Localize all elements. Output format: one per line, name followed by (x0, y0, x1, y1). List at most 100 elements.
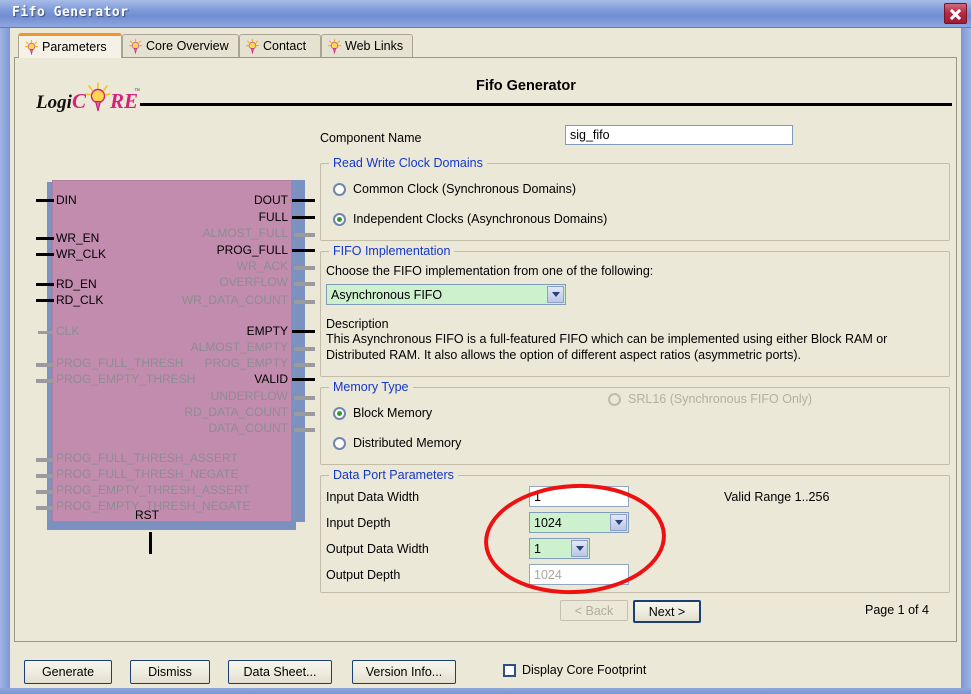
pin-label-empty: EMPTY (246, 324, 288, 338)
pin-label-dout: DOUT (254, 193, 288, 207)
generate-button[interactable]: Generate (24, 660, 112, 684)
tab-label: Contact (263, 39, 307, 53)
data-port-parameters-group: Data Port Parameters Input Data Width Va… (320, 468, 950, 593)
radio-icon[interactable] (333, 182, 346, 196)
component-name-input[interactable] (565, 125, 793, 145)
pin-stub (36, 363, 54, 367)
pin-label-peta: PROG_EMPTY_THRESH_ASSERT (56, 483, 250, 497)
page-title: Fifo Generator (476, 78, 576, 94)
output-depth-label: Output Depth (326, 568, 401, 582)
pin-stub (36, 253, 54, 256)
output-depth-input (529, 564, 629, 585)
input-data-width-input[interactable] (529, 486, 629, 507)
pin-label-prog-full: PROG_FULL (216, 243, 288, 257)
window-titlebar: Fifo Generator (0, 0, 971, 28)
fifo-implementation-prompt: Choose the FIFO implementation from one … (326, 264, 654, 278)
svg-text:Logi: Logi (36, 92, 73, 113)
pin-stub (292, 249, 315, 252)
description-line-2: Distributed RAM. It also allows the opti… (326, 348, 801, 362)
pin-label-wr-en: WR_EN (56, 231, 100, 245)
pin-stub (294, 300, 315, 304)
pin-stub-rst (149, 532, 152, 554)
pin-stub (294, 412, 315, 416)
svg-text:™: ™ (134, 88, 140, 95)
fifo-implementation-title: FIFO Implementation (329, 244, 455, 258)
radio-icon[interactable] (333, 406, 346, 420)
pin-stub (36, 490, 54, 494)
pin-stub (294, 347, 315, 351)
window-edge-left (0, 28, 10, 694)
radio-independent-clocks[interactable]: Independent Clocks (Asynchronous Domains… (333, 208, 949, 230)
pin-label-prog-full-thresh: PROG_FULL_THRESH (56, 356, 184, 370)
display-core-footprint-checkbox[interactable]: Display Core Footprint (503, 663, 646, 677)
radio-icon[interactable] (333, 212, 346, 226)
tab-label: Parameters (42, 40, 107, 54)
pin-label-din: DIN (56, 193, 77, 207)
chevron-down-icon[interactable] (547, 286, 564, 303)
radio-common-clock[interactable]: Common Clock (Synchronous Domains) (333, 178, 949, 200)
pin-label-wr-data-count: WR_DATA_COUNT (181, 293, 288, 307)
parameters-form: Component Name Read Write Clock Domains … (320, 125, 950, 593)
lightbulb-icon (246, 38, 259, 54)
pin-label-wr-clk: WR_CLK (56, 247, 107, 261)
radio-label: Independent Clocks (Asynchronous Domains… (353, 212, 608, 226)
tab-contact[interactable]: Contact (239, 34, 321, 57)
tabstrip: Parameters Core Overview Contact Web Lin… (10, 33, 961, 58)
pin-stub (294, 282, 315, 286)
pin-stub (36, 474, 54, 478)
pin-stub (292, 216, 315, 219)
pin-label-underflow: UNDERFLOW (210, 389, 288, 403)
radio-icon[interactable] (333, 436, 346, 450)
pin-label-prog-empty: PROG_EMPTY (204, 356, 288, 370)
tab-label: Web Links (345, 39, 404, 53)
pin-stub (294, 363, 315, 367)
pin-stub (294, 396, 315, 400)
radio-distributed-memory[interactable]: Distributed Memory (333, 432, 949, 454)
window-edge-right (961, 28, 971, 694)
description-line-1: This Asynchronous FIFO is a full-feature… (326, 332, 888, 346)
close-icon[interactable] (944, 3, 967, 24)
component-name-row: Component Name (320, 125, 950, 153)
lightbulb-icon (328, 38, 341, 54)
dismiss-button[interactable]: Dismiss (130, 660, 210, 684)
back-button: < Back (560, 600, 628, 621)
next-button[interactable]: Next > (633, 600, 701, 623)
input-depth-label: Input Depth (326, 516, 391, 530)
clock-domains-group: Read Write Clock Domains Common Clock (S… (320, 156, 950, 241)
pin-label-valid: VALID (254, 372, 288, 386)
pin-stub (292, 378, 315, 381)
pin-label-wr-ack: WR_ACK (236, 259, 288, 273)
version-info-button[interactable]: Version Info... (352, 660, 456, 684)
output-data-width-select[interactable]: 1 (529, 538, 590, 559)
pin-stub (36, 506, 54, 510)
lightbulb-icon (129, 38, 142, 54)
data-sheet-button[interactable]: Data Sheet... (228, 660, 332, 684)
core-symbol-diagram: DIN WR_EN WR_CLK RD_EN RD_CLK CLK PROG_F… (30, 170, 315, 570)
tab-web-links[interactable]: Web Links (321, 34, 413, 57)
pin-stub (294, 266, 315, 270)
pin-stub (36, 458, 54, 462)
checkbox-icon[interactable] (503, 663, 516, 677)
pin-stub (294, 233, 315, 237)
pin-stub (294, 428, 315, 432)
title-divider (140, 103, 952, 106)
fifo-implementation-value: Asynchronous FIFO (331, 287, 443, 302)
radio-label: Block Memory (353, 406, 433, 420)
radio-icon (608, 392, 621, 406)
pin-label-overflow: OVERFLOW (219, 275, 288, 289)
chevron-down-icon[interactable] (571, 540, 588, 557)
pin-label-clk: CLK (56, 324, 80, 338)
tab-parameters[interactable]: Parameters (18, 33, 122, 58)
fifo-implementation-select[interactable]: Asynchronous FIFO (326, 284, 566, 305)
bottom-toolbar: Generate Dismiss Data Sheet... Version I… (0, 650, 971, 694)
input-depth-value: 1024 (534, 515, 562, 530)
tab-core-overview[interactable]: Core Overview (122, 34, 239, 57)
pin-label-data-count: DATA_COUNT (208, 421, 288, 435)
component-name-label: Component Name (320, 131, 422, 145)
pin-label-pftn: PROG_FULL_THRESH_NEGATE (56, 467, 239, 481)
input-depth-select[interactable]: 1024 (529, 512, 629, 533)
description-label: Description (326, 317, 389, 331)
radio-srl16: SRL16 (Synchronous FIFO Only) (608, 388, 812, 410)
output-data-width-label: Output Data Width (326, 542, 429, 556)
chevron-down-icon[interactable] (610, 514, 627, 531)
